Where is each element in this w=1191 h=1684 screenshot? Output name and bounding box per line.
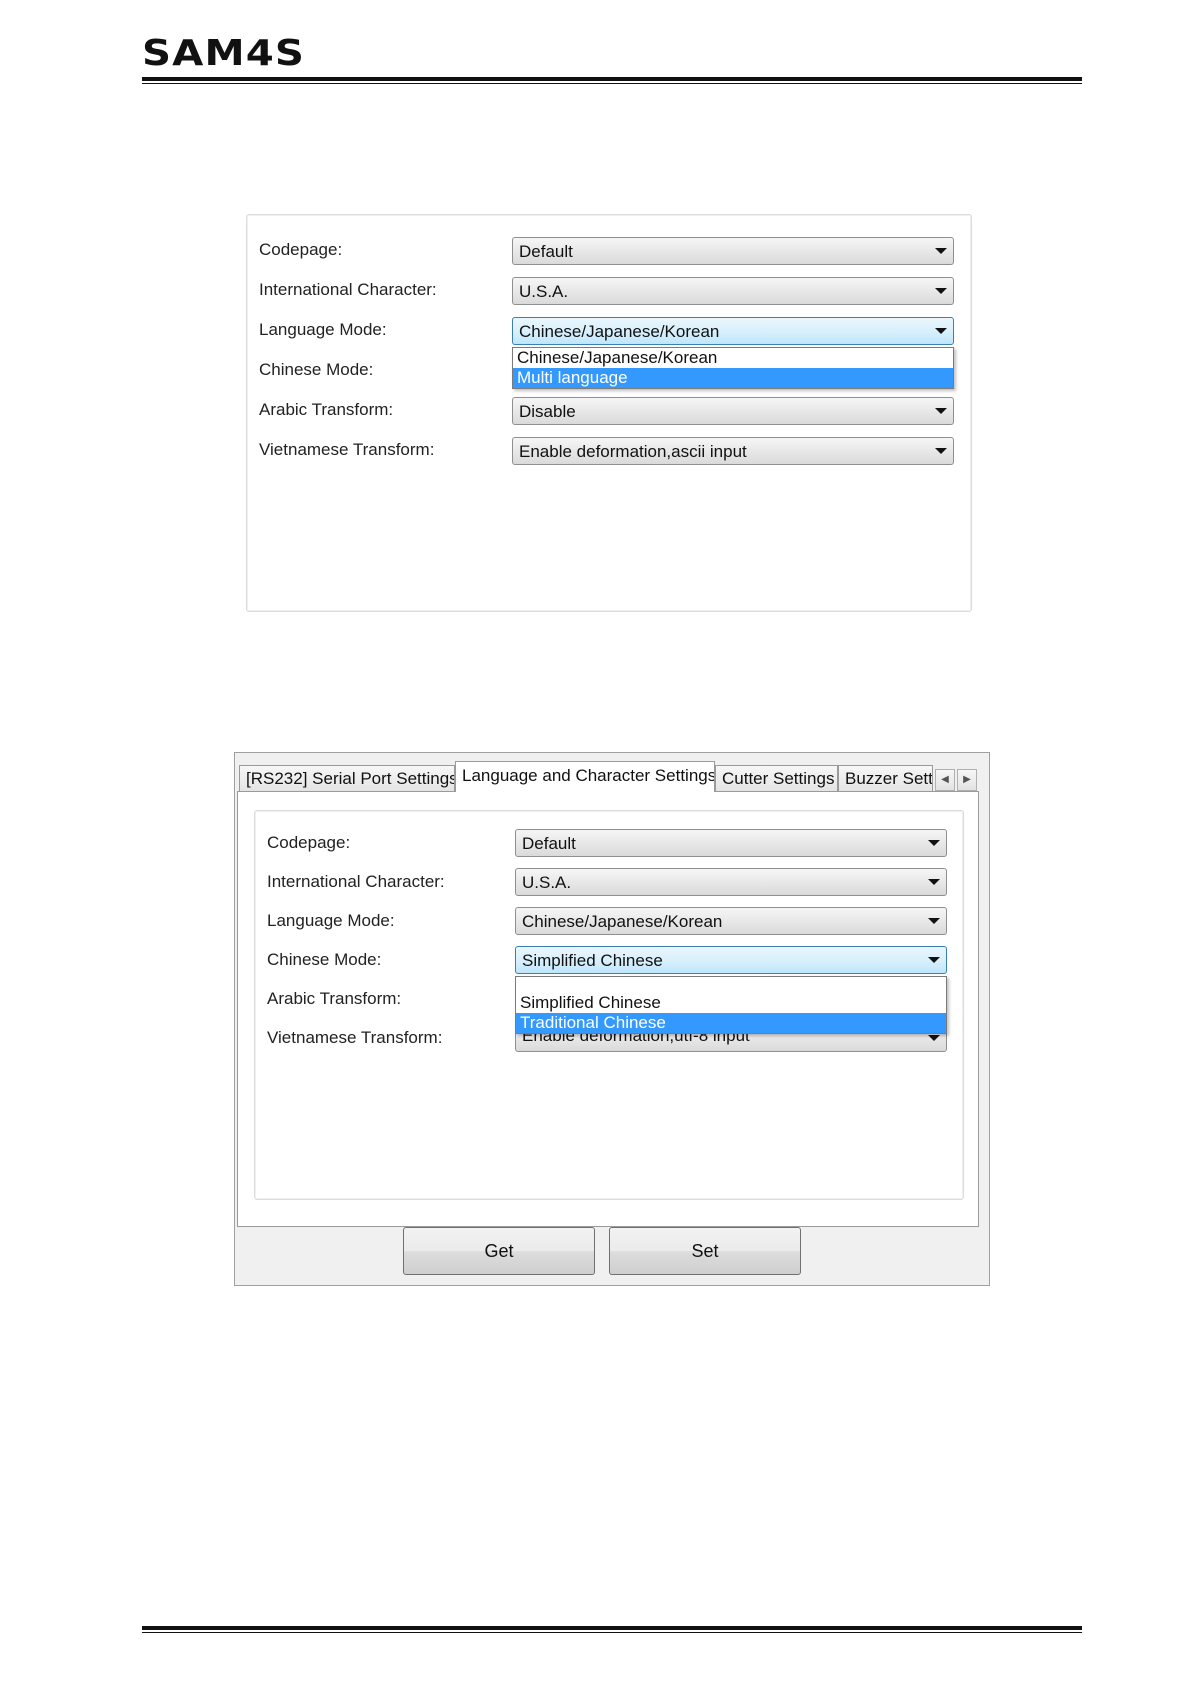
dropdown-option[interactable]: Chinese/Japanese/Korean xyxy=(513,348,953,368)
tab-cutter-settings[interactable]: Cutter Settings xyxy=(715,765,838,791)
international-character-label: International Character: xyxy=(267,872,445,891)
arabic-transform-select[interactable]: Disable xyxy=(512,397,954,425)
dropdown-arrow-icon xyxy=(935,328,947,334)
header-rule-thin xyxy=(142,83,1082,84)
vietnamese-transform-label: Vietnamese Transform: xyxy=(259,440,435,459)
tab-buzzer-settings[interactable]: Buzzer Setti xyxy=(838,765,933,791)
language-mode-label: Language Mode: xyxy=(267,911,395,930)
get-button[interactable]: Get xyxy=(403,1227,595,1275)
tab-strip: [RS232] Serial Port Settings Language an… xyxy=(235,761,989,792)
vietnamese-transform-label: Vietnamese Transform: xyxy=(267,1028,443,1047)
international-character-select[interactable]: U.S.A. xyxy=(512,277,954,305)
dropdown-option-selected[interactable]: Multi language xyxy=(513,368,953,388)
arabic-transform-value: Disable xyxy=(519,402,576,421)
tab-serial-port-settings[interactable]: [RS232] Serial Port Settings xyxy=(239,765,455,791)
header-rule xyxy=(142,77,1082,81)
footer-rule xyxy=(142,1626,1082,1630)
chinese-mode-select[interactable]: Simplified Chinese xyxy=(515,946,947,974)
sam4s-logo: SAM4S xyxy=(142,33,306,74)
language-mode-label: Language Mode: xyxy=(259,320,387,339)
dropdown-arrow-icon xyxy=(935,288,947,294)
codepage-select[interactable]: Default xyxy=(512,237,954,265)
footer-rule-thin xyxy=(142,1632,1082,1633)
chinese-mode-label: Chinese Mode: xyxy=(259,360,374,379)
chinese-mode-value: Simplified Chinese xyxy=(522,951,663,970)
language-settings-panel-2: Codepage: Default International Characte… xyxy=(254,810,964,1200)
international-character-value: U.S.A. xyxy=(519,282,569,301)
dropdown-arrow-icon xyxy=(935,248,947,254)
language-mode-dropdown-list: Chinese/Japanese/Korean Multi language xyxy=(512,347,954,389)
codepage-label: Codepage: xyxy=(267,833,351,852)
tab-language-and-character-settings[interactable]: Language and Character Settings xyxy=(455,761,715,792)
dropdown-arrow-icon xyxy=(928,1035,940,1041)
tab-scroll-right-icon[interactable]: ▶ xyxy=(957,769,977,791)
codepage-value: Default xyxy=(522,834,576,853)
language-settings-panel-1: Codepage: Default International Characte… xyxy=(246,214,972,612)
language-mode-select[interactable]: Chinese/Japanese/Korean xyxy=(512,317,954,345)
international-character-value: U.S.A. xyxy=(522,873,572,892)
dropdown-arrow-icon xyxy=(935,448,947,454)
codepage-value: Default xyxy=(519,242,573,261)
international-character-label: International Character: xyxy=(259,280,437,299)
language-mode-value: Chinese/Japanese/Korean xyxy=(522,912,723,931)
arabic-transform-label: Arabic Transform: xyxy=(267,989,402,1008)
chinese-mode-dropdown-list: Simplified Chinese Traditional Chinese xyxy=(515,976,947,1034)
dropdown-arrow-icon xyxy=(928,918,940,924)
dropdown-option[interactable]: Simplified Chinese xyxy=(516,993,946,1013)
codepage-label: Codepage: xyxy=(259,240,343,259)
arabic-transform-label: Arabic Transform: xyxy=(259,400,394,419)
language-mode-select[interactable]: Chinese/Japanese/Korean xyxy=(515,907,947,935)
chinese-mode-label: Chinese Mode: xyxy=(267,950,382,969)
dropdown-arrow-icon xyxy=(928,957,940,963)
vietnamese-transform-select[interactable]: Enable deformation,ascii input xyxy=(512,437,954,465)
codepage-select[interactable]: Default xyxy=(515,829,947,857)
set-button[interactable]: Set xyxy=(609,1227,801,1275)
dropdown-arrow-icon xyxy=(928,840,940,846)
settings-window: [RS232] Serial Port Settings Language an… xyxy=(234,752,990,1286)
dropdown-option-selected[interactable]: Traditional Chinese xyxy=(516,1013,946,1033)
international-character-select[interactable]: U.S.A. xyxy=(515,868,947,896)
vietnamese-transform-value: Enable deformation,ascii input xyxy=(519,442,747,461)
dropdown-arrow-icon xyxy=(935,408,947,414)
tab-scroll-left-icon[interactable]: ◀ xyxy=(935,769,955,791)
dropdown-arrow-icon xyxy=(928,879,940,885)
language-mode-value: Chinese/Japanese/Korean xyxy=(519,322,720,341)
tab-page-language: Codepage: Default International Characte… xyxy=(237,791,979,1227)
